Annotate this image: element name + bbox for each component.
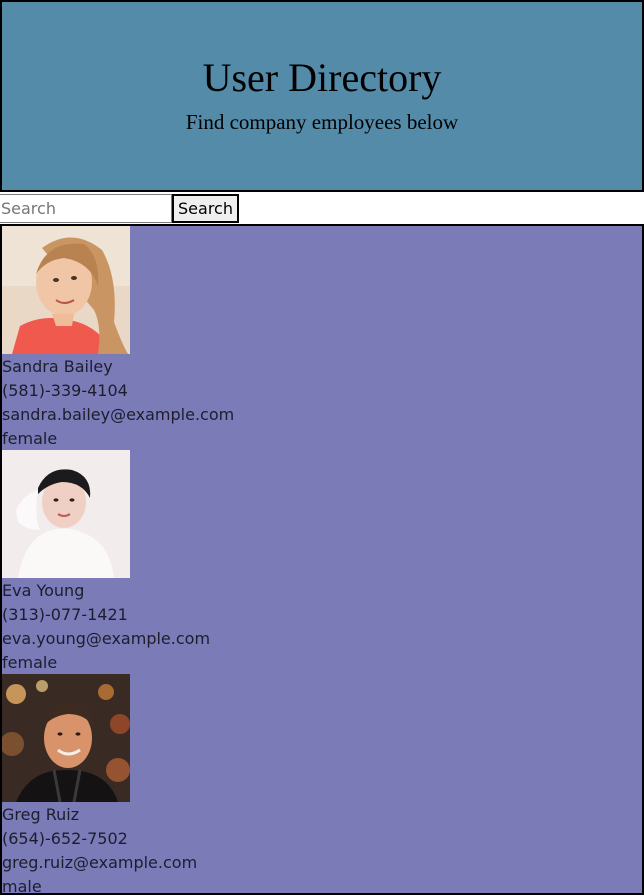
- page-subtitle: Find company employees below: [185, 110, 459, 134]
- user-phone: (313)-077-1421: [2, 605, 128, 624]
- user-email: eva.young@example.com: [2, 629, 211, 648]
- user-name: Sandra Bailey: [2, 357, 113, 376]
- user-avatar-photo: [2, 674, 130, 802]
- user-gender: female: [2, 429, 58, 448]
- search-bar: Search: [0, 192, 644, 224]
- page-header: User Directory Find company employees be…: [0, 0, 644, 192]
- user-phone: (654)-652-7502: [2, 829, 128, 848]
- search-button[interactable]: Search: [172, 194, 239, 223]
- user-phone: (581)-339-4104: [2, 381, 128, 400]
- user-avatar-photo: [2, 226, 130, 354]
- user-email: greg.ruiz@example.com: [2, 853, 198, 872]
- user-list: Sandra Bailey (581)-339-4104 sandra.bail…: [0, 224, 644, 895]
- search-input[interactable]: [0, 194, 172, 223]
- user-avatar-photo: [2, 450, 130, 578]
- user-email: sandra.bailey@example.com: [2, 405, 235, 424]
- page-title: User Directory: [202, 55, 442, 100]
- user-gender: female: [2, 653, 58, 672]
- user-name: Greg Ruiz: [2, 805, 80, 824]
- user-gender: male: [2, 877, 42, 895]
- user-name: Eva Young: [2, 581, 85, 600]
